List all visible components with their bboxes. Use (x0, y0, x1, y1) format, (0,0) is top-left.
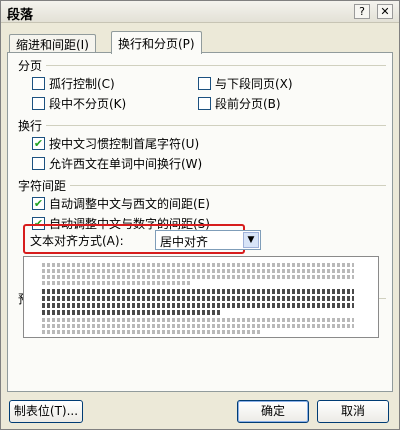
title-bar: 段落 ? ✕ (1, 1, 399, 23)
dropdown-arrow-icon[interactable]: ▼ (243, 232, 259, 248)
pagination-section-label: 分页 (18, 59, 43, 73)
preview-line (42, 303, 354, 308)
checkbox-label: 按中文习惯控制首尾字符(U) (49, 137, 200, 151)
checkbox-box[interactable] (198, 77, 211, 90)
keep-lines-together-checkbox[interactable]: 段中不分页(K) (32, 95, 126, 112)
checkbox-box[interactable] (198, 97, 211, 110)
checkbox-box[interactable]: ✔ (32, 137, 45, 150)
checkbox-box[interactable] (32, 77, 45, 90)
preview-line (42, 330, 262, 334)
page-break-before-checkbox[interactable]: 段前分页(B) (198, 95, 281, 112)
checkbox-label: 与下段同页(X) (215, 77, 293, 91)
checkbox-label: 段中不分页(K) (49, 97, 127, 111)
checkbox-label: 段前分页(B) (215, 97, 281, 111)
text-alignment-value: 居中对齐 (160, 235, 209, 249)
checkbox-label: 自动调整中文与西文的间距(E) (49, 197, 210, 211)
auto-space-chinese-latin-checkbox[interactable]: ✔ 自动调整中文与西文的间距(E) (32, 195, 210, 212)
preview-line (42, 296, 354, 301)
preview-line (42, 263, 354, 267)
preview-line (42, 310, 222, 315)
checkbox-box[interactable] (32, 157, 45, 170)
checkbox-label: 孤行控制(C) (49, 77, 115, 91)
line-break-section-label: 换行 (18, 119, 43, 133)
text-alignment-highlight: 文本对齐方式(A): 居中对齐 ▼ (23, 224, 261, 254)
ok-button[interactable]: 确定 (237, 400, 309, 423)
chinese-first-last-char-checkbox[interactable]: ✔ 按中文习惯控制首尾字符(U) (32, 135, 199, 152)
preview-line (42, 275, 354, 279)
tab-panel: 分页 孤行控制(C) 与下段同页(X) 段中不分页(K) 段前分页(B) 换行 … (7, 52, 393, 392)
keep-with-next-checkbox[interactable]: 与下段同页(X) (198, 75, 293, 92)
tab-stops-button[interactable]: 制表位(T)... (9, 400, 83, 423)
preview-line (42, 324, 354, 328)
checkbox-label: 允许西文在单词中间换行(W) (49, 157, 203, 171)
preview-line (42, 289, 354, 294)
char-spacing-divider (70, 185, 386, 186)
preview-line (42, 269, 354, 273)
tab-indent-spacing[interactable]: 缩进和间距(I) (9, 34, 96, 53)
text-alignment-label: 文本对齐方式(A): (30, 234, 124, 248)
close-button[interactable]: ✕ (377, 4, 393, 19)
char-spacing-section-label: 字符间距 (18, 179, 67, 193)
checkbox-box[interactable]: ✔ (32, 197, 45, 210)
widow-control-checkbox[interactable]: 孤行控制(C) (32, 75, 115, 92)
cancel-button[interactable]: 取消 (317, 400, 389, 423)
text-alignment-select[interactable]: 居中对齐 ▼ (155, 230, 261, 250)
tab-line-page-breaks[interactable]: 换行和分页(P) (111, 31, 202, 54)
preview-box (23, 256, 379, 338)
line-break-divider (46, 125, 386, 126)
dialog-title: 段落 (7, 8, 34, 23)
help-button[interactable]: ? (354, 4, 370, 19)
preview-line (42, 318, 354, 322)
preview-line (42, 281, 192, 285)
pagination-divider (46, 65, 386, 66)
checkbox-box[interactable] (32, 97, 45, 110)
allow-latin-word-wrap-checkbox[interactable]: 允许西文在单词中间换行(W) (32, 155, 202, 172)
paragraph-dialog: 段落 ? ✕ 缩进和间距(I) 换行和分页(P) 分页 孤行控制(C) 与下段同… (0, 0, 400, 430)
